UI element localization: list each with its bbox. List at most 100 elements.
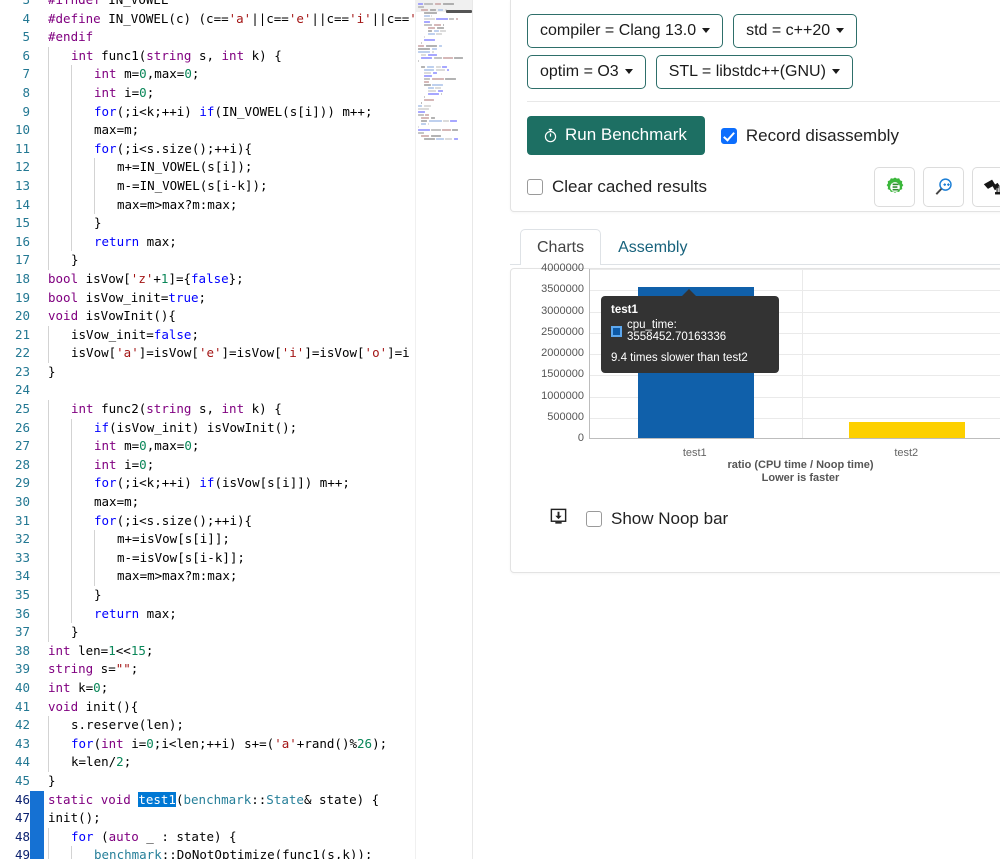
code-line[interactable]: 43 for(int i=0;i<len;++i) s+=('a'+rand()%… (0, 735, 415, 754)
clear-cached-results-box[interactable] (527, 179, 543, 195)
tab-assembly[interactable]: Assembly (601, 229, 704, 265)
code-line[interactable]: 8 int i=0; (0, 84, 415, 103)
line-number: 22 (0, 344, 30, 363)
code-line[interactable]: 9 for(;i<k;++i) if(IN_VOWEL(s[i])) m++; (0, 103, 415, 122)
code-line-partial[interactable]: 3 #ifndef IN_VOWEL (0, 0, 415, 10)
code-text: int func1(string s, int k) { (44, 47, 282, 66)
selection-bar (30, 642, 44, 661)
code-line[interactable]: 20 void isVowInit(){ (0, 307, 415, 326)
benchmark-bar-chart[interactable]: 4000000 3500000 3000000 2500000 2000000 15000… (511, 269, 1000, 499)
indent-guide (94, 549, 117, 568)
code-line[interactable]: 25 int func2(string s, int k) { (0, 400, 415, 419)
code-line[interactable]: 45} (0, 772, 415, 791)
line-number: 47 (0, 809, 30, 828)
line-number: 48 (0, 828, 30, 847)
record-disassembly-label: Record disassembly (746, 126, 899, 146)
y-tick-label: 3500000 (541, 284, 584, 295)
code-line[interactable]: 38 int len=1<<15; (0, 642, 415, 661)
code-line[interactable]: 17} (0, 251, 415, 270)
selection-bar (30, 214, 44, 233)
options-row-1: compiler = Clang 13.0 std = c++20 (527, 14, 1000, 48)
line-number: 29 (0, 474, 30, 493)
code-line[interactable]: 10 max=m; (0, 121, 415, 140)
selection-bar (30, 846, 44, 859)
code-text: int func2(string s, int k) { (44, 400, 282, 419)
code-line[interactable]: 27 int m=0,max=0; (0, 437, 415, 456)
code-line[interactable]: 40 int k=0; (0, 679, 415, 698)
code-line[interactable]: 44 k=len/2; (0, 753, 415, 772)
line-number: 30 (0, 493, 30, 512)
code-line[interactable]: 15} (0, 214, 415, 233)
code-line[interactable]: 34 max=m>max?m:max; (0, 567, 415, 586)
code-line[interactable]: 30 max=m; (0, 493, 415, 512)
cpp-insights-button[interactable] (923, 167, 964, 207)
code-line[interactable]: 4 #define IN_VOWEL(c) (c=='a'||c=='e'||c=… (0, 10, 415, 29)
code-line[interactable]: 39 string s=""; (0, 660, 415, 679)
code-line[interactable]: 11 for(;i<s.size();++i){ (0, 140, 415, 159)
code-line[interactable]: 49 benchmark::DoNotOptimize(func1(s,k)); (0, 846, 415, 859)
code-editor-pane[interactable]: 3 #ifndef IN_VOWEL 4 #define IN_VOWEL(c) (c… (0, 0, 473, 859)
indent-guide (71, 419, 94, 438)
code-lines-container[interactable]: 3 #ifndef IN_VOWEL 4 #define IN_VOWEL(c) (c… (0, 0, 415, 859)
stl-select[interactable]: STL = libstdc++(GNU) (656, 55, 853, 89)
chart-tooltip: test1 cpu_time: 3558452.70163336 9.4 tim… (601, 296, 779, 373)
code-line[interactable]: 5 #endif (0, 28, 415, 47)
code-line[interactable]: 19 bool isVow_init=true; (0, 289, 415, 308)
indent-guide (48, 735, 71, 754)
stopwatch-icon (543, 128, 558, 143)
std-select[interactable]: std = c++20 (733, 14, 857, 48)
code-line[interactable]: 21 isVow_init=false; (0, 326, 415, 345)
code-line[interactable]: 46 static void test1(benchmark::State& st… (0, 791, 415, 810)
code-line[interactable]: 48 for (auto _ : state) { (0, 828, 415, 847)
selection-bar (30, 307, 44, 326)
indent-guide (48, 326, 71, 345)
code-line[interactable]: 14 max=m>max?m:max; (0, 196, 415, 215)
selection-bar (30, 196, 44, 215)
line-number: 39 (0, 660, 30, 679)
code-line[interactable]: 31 for(;i<s.size();++i){ (0, 512, 415, 531)
code-line[interactable]: 47 init(); (0, 809, 415, 828)
code-text: #ifndef IN_VOWEL (44, 0, 168, 10)
show-noop-bar-checkbox[interactable]: Show Noop bar (586, 509, 728, 529)
code-line[interactable]: 26 if(isVow_init) isVowInit(); (0, 419, 415, 438)
code-line[interactable]: 18 bool isVow['z'+1]={false}; (0, 270, 415, 289)
code-line[interactable]: 29 for(;i<k;++i) if(isVow[s[i]]) m++; (0, 474, 415, 493)
indent-guide (71, 65, 94, 84)
record-disassembly-checkbox[interactable]: Record disassembly (721, 126, 899, 146)
code-line[interactable]: 42 s.reserve(len); (0, 716, 415, 735)
code-line[interactable]: 24 (0, 381, 415, 400)
code-line[interactable]: 7 int m=0,max=0; (0, 65, 415, 84)
code-line[interactable]: 28 int i=0; (0, 456, 415, 475)
code-line[interactable]: 13 m-=IN_VOWEL(s[i-k]); (0, 177, 415, 196)
result-tabs[interactable]: Charts Assembly (510, 229, 1000, 265)
run-benchmark-button[interactable]: Run Benchmark (527, 116, 705, 155)
tooltip-color-swatch (611, 326, 622, 337)
code-line[interactable]: 37} (0, 623, 415, 642)
record-disassembly-box[interactable] (721, 128, 737, 144)
show-noop-bar-box[interactable] (586, 511, 602, 527)
editor-minimap[interactable] (415, 0, 472, 859)
chart-bar-test2[interactable] (849, 422, 965, 438)
compiler-explorer-button[interactable] (874, 167, 915, 207)
compiler-select[interactable]: compiler = Clang 13.0 (527, 14, 723, 48)
code-line[interactable]: 23} (0, 363, 415, 382)
tab-charts[interactable]: Charts (520, 229, 601, 265)
indent-guide (71, 437, 94, 456)
clear-cached-results-checkbox[interactable]: Clear cached results (527, 177, 707, 197)
indent-guide (71, 512, 94, 531)
chart-card: 4000000 3500000 3000000 2500000 2000000 15000… (510, 268, 1000, 573)
build-bench-button[interactable] (972, 167, 1000, 207)
code-line[interactable]: 22 isVow['a']=isVow['e']=isVow['i']=isVow… (0, 344, 415, 363)
code-line[interactable]: 36 return max; (0, 605, 415, 624)
code-line[interactable]: 6 int func1(string s, int k) { (0, 47, 415, 66)
code-line[interactable]: 41 void init(){ (0, 698, 415, 717)
save-image-icon[interactable] (549, 507, 568, 531)
indent-guide (71, 214, 94, 233)
optim-select[interactable]: optim = O3 (527, 55, 646, 89)
code-line[interactable]: 35} (0, 586, 415, 605)
code-line[interactable]: 32 m+=isVow[s[i]]; (0, 530, 415, 549)
code-line[interactable]: 16 return max; (0, 233, 415, 252)
indent-guide (48, 121, 71, 140)
code-line[interactable]: 33 m-=isVow[s[i-k]]; (0, 549, 415, 568)
code-line[interactable]: 12 m+=IN_VOWEL(s[i]); (0, 158, 415, 177)
